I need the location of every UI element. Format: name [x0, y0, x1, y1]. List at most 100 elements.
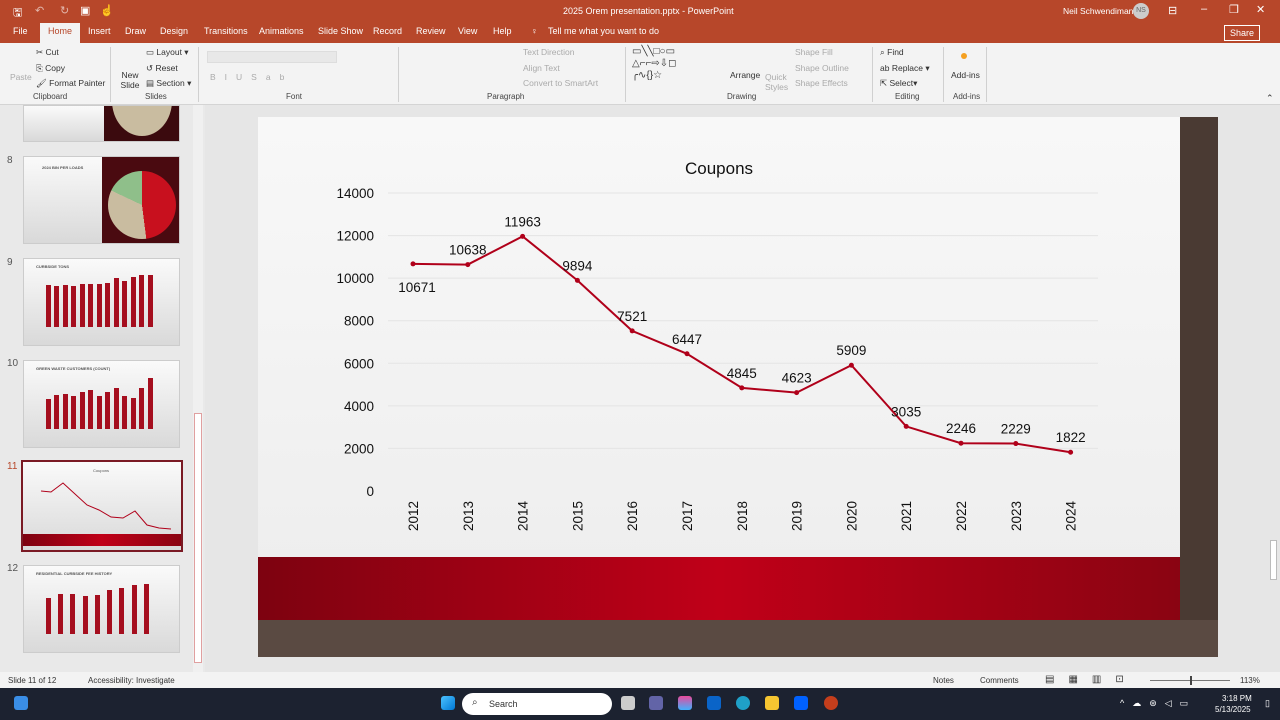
- align-text-button[interactable]: Align Text: [523, 63, 560, 73]
- slide-red-band: [258, 557, 1180, 620]
- teams-icon[interactable]: [649, 696, 663, 710]
- thumbnail-bar: [54, 286, 60, 327]
- addins-button[interactable]: Add-ins: [951, 70, 980, 80]
- tab-record[interactable]: Record: [373, 26, 402, 36]
- slide-thumbnail-11-selected[interactable]: Coupons: [21, 460, 183, 552]
- data-label: 7521: [617, 309, 647, 324]
- task-view-icon[interactable]: [621, 696, 635, 710]
- tab-review[interactable]: Review: [416, 26, 446, 36]
- widgets-icon[interactable]: [14, 696, 28, 710]
- tell-me-search[interactable]: Tell me what you want to do: [548, 26, 659, 36]
- format-painter-button[interactable]: 🖌 Format Painter: [36, 78, 105, 89]
- divider: [986, 47, 987, 102]
- maximize-button[interactable]: ❐: [1229, 3, 1239, 16]
- new-slide-button[interactable]: New Slide: [117, 70, 143, 90]
- slide-thumbnail-12[interactable]: RESIDENTIAL CURBSIDE FEE HISTORY: [23, 565, 180, 653]
- user-name[interactable]: Neil Schwendiman: [1063, 6, 1133, 16]
- main-scrollbar-thumb[interactable]: [1270, 540, 1277, 580]
- shapes-gallery[interactable]: ▭╲╲□○▭ △⌐⌐⇨⇩◻ ╭∿{}☆: [632, 46, 676, 82]
- slide-thumbnail-7[interactable]: [23, 105, 180, 142]
- ribbon-display-icon[interactable]: ⊟: [1168, 4, 1177, 17]
- section-button[interactable]: ▤ Section ▾: [146, 78, 191, 89]
- taskbar-search[interactable]: ⌕ Search: [462, 693, 612, 715]
- dropbox-icon[interactable]: [794, 696, 808, 710]
- presenter-icon[interactable]: ▣: [80, 4, 90, 17]
- find-button[interactable]: ⌕ Find: [880, 47, 904, 58]
- divider: [625, 47, 626, 102]
- copilot-icon[interactable]: [678, 696, 692, 710]
- font-name-input[interactable]: [207, 51, 337, 63]
- zoom-level[interactable]: 113%: [1240, 676, 1260, 685]
- text-direction-button[interactable]: Text Direction: [523, 47, 575, 57]
- powerpoint-icon[interactable]: [824, 696, 838, 710]
- share-button[interactable]: Share: [1224, 25, 1261, 41]
- data-label: 2246: [946, 421, 976, 436]
- data-point: [848, 362, 854, 368]
- accessibility-button[interactable]: Accessibility: Investigate: [88, 676, 175, 685]
- view-buttons[interactable]: ▤▦▥⊡: [1045, 674, 1138, 685]
- tab-design[interactable]: Design: [160, 26, 188, 36]
- notes-button[interactable]: Notes: [933, 676, 954, 685]
- touch-mode-icon[interactable]: ☝: [100, 4, 114, 17]
- tab-view[interactable]: View: [458, 26, 477, 36]
- avatar[interactable]: NS: [1133, 3, 1149, 19]
- x-tick-label: 2024: [1064, 500, 1079, 531]
- x-tick-label: 2013: [461, 501, 476, 531]
- slide-thumbnail-9[interactable]: CURBSIDE TONS: [23, 258, 180, 346]
- search-icon: ⌕: [472, 697, 478, 708]
- comments-button[interactable]: Comments: [980, 676, 1019, 685]
- divider: [398, 47, 399, 102]
- notification-icon[interactable]: ▯: [1265, 698, 1270, 709]
- convert-smartart-button[interactable]: Convert to SmartArt: [523, 78, 598, 88]
- start-icon[interactable]: [441, 696, 455, 710]
- clock-date[interactable]: 5/13/2025: [1215, 705, 1251, 714]
- tab-slide-show[interactable]: Slide Show: [318, 26, 363, 36]
- tab-help[interactable]: Help: [493, 26, 512, 36]
- x-tick-label: 2016: [625, 501, 640, 531]
- data-label: 5909: [836, 343, 866, 358]
- font-format-buttons[interactable]: BIUSab: [210, 72, 293, 82]
- slide-thumbnail-10[interactable]: GREEN WASTE CUSTOMERS (COUNT): [23, 360, 180, 448]
- reset-button[interactable]: ↺ Reset: [146, 63, 178, 74]
- replace-button[interactable]: ab Replace ▾: [880, 63, 930, 74]
- redo-icon[interactable]: ↻: [60, 4, 69, 17]
- paste-button[interactable]: Paste: [10, 72, 32, 82]
- thumbnail-bar: [46, 285, 51, 327]
- collapse-ribbon-icon[interactable]: ⌃: [1266, 93, 1274, 104]
- file-explorer-icon[interactable]: [765, 696, 779, 710]
- addins-icon: [961, 53, 967, 59]
- thumbnail-scrollbar[interactable]: [193, 105, 203, 672]
- tab-home[interactable]: Home: [40, 23, 81, 43]
- system-tray-icons[interactable]: ^☁⊛◁▭: [1120, 698, 1196, 709]
- tab-draw[interactable]: Draw: [125, 26, 146, 36]
- thumbnail-bar: [70, 594, 76, 634]
- tab-insert[interactable]: Insert: [88, 26, 111, 36]
- outlook-icon[interactable]: [707, 696, 721, 710]
- clock-time[interactable]: 3:18 PM: [1222, 694, 1252, 703]
- data-label: 10671: [398, 280, 436, 295]
- layout-button[interactable]: ▭ Layout ▾: [146, 47, 189, 58]
- slide-thumbnail-8[interactable]: 2024 BIN PER LOADS: [23, 156, 180, 244]
- shape-effects-button[interactable]: Shape Effects: [795, 78, 848, 88]
- tab-file[interactable]: File: [13, 26, 28, 36]
- tab-animations[interactable]: Animations: [259, 26, 304, 36]
- zoom-slider[interactable]: [1150, 676, 1230, 685]
- tab-transitions[interactable]: Transitions: [204, 26, 248, 36]
- data-point: [794, 390, 800, 396]
- quick-styles-button[interactable]: Quick Styles: [765, 72, 788, 92]
- arrange-button[interactable]: Arrange: [730, 70, 760, 80]
- select-label: Select: [889, 78, 914, 88]
- minimize-button[interactable]: –: [1201, 3, 1207, 15]
- shape-outline-button[interactable]: Shape Outline: [795, 63, 849, 73]
- select-button[interactable]: ⇱ Select▾: [880, 78, 917, 89]
- cut-button[interactable]: ✂ Cut: [36, 47, 59, 58]
- data-label: 10638: [449, 243, 487, 258]
- undo-icon[interactable]: ↶: [35, 4, 44, 17]
- x-tick-label: 2023: [1009, 501, 1024, 531]
- copy-button[interactable]: ⎘ Copy: [36, 63, 65, 74]
- save-icon[interactable]: 🖫: [13, 4, 22, 23]
- shape-fill-button[interactable]: Shape Fill: [795, 47, 833, 57]
- edge-icon[interactable]: [736, 696, 750, 710]
- close-button[interactable]: ✕: [1256, 3, 1265, 16]
- cut-label: Cut: [45, 47, 59, 57]
